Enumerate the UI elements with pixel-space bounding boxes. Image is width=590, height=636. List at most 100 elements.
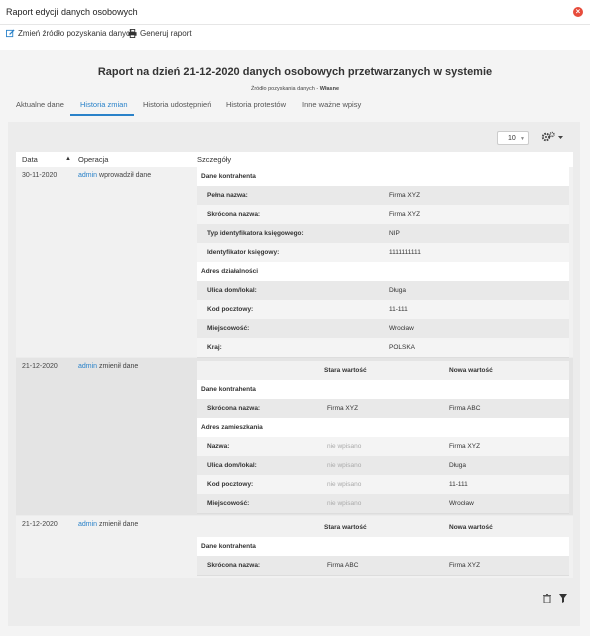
new-value: Firma ABC [449,405,481,412]
new-value: Długa [449,462,466,469]
filter-icon[interactable] [559,594,567,605]
field-label: Skrócona nazwa: [207,211,261,218]
old-value: Firma XYZ [327,405,359,412]
field-value: 11-111 [389,306,408,313]
section-title: Adres działalności [201,268,259,275]
user-link[interactable]: admin [78,521,97,528]
tab-current-data[interactable]: Aktualne dane [16,100,64,109]
generate-report-button[interactable]: Generuj raport [128,29,192,39]
detail-field-row: Skrócona nazwa: Firma ABC Firma XYZ [197,556,569,576]
detail-field-row: Identyfikator księgowy: 1111111111 [197,243,569,263]
detail-field-row: Ulica dom/lokal: nie wpisano Długa [197,456,569,476]
tab-sharing-history[interactable]: Historia udostępnień [143,100,211,109]
field-value: NIP [389,230,400,237]
page-size-select[interactable]: 10 ▼ [497,131,529,145]
field-label: Kod pocztowy: [207,481,254,488]
trash-icon[interactable] [543,594,551,605]
tab-bar: Aktualne dane Historia zmian Historia ud… [0,97,590,115]
printer-icon [128,29,137,39]
detail-field-row: Kod pocztowy: 11-111 [197,300,569,320]
old-value: nie wpisano [327,462,362,469]
detail-section-row: Dane kontrahenta [197,380,569,400]
field-label: Miejscowość: [207,325,250,332]
source-value: Własne [319,86,340,92]
detail-field-row: Nazwa: nie wpisano Firma XYZ [197,437,569,457]
row-date: 30-11-2020 [22,172,58,179]
detail-field-row: Miejscowość: nie wpisano Wrocław [197,494,569,514]
new-value-header: Nowa wartość [449,524,493,531]
gear-icon [541,131,563,142]
section-title: Dane kontrahenta [201,543,256,550]
settings-menu[interactable] [541,131,565,145]
detail-field-row: Kod pocztowy: nie wpisano 11-111 [197,475,569,495]
field-label: Ulica dom/lokal: [207,462,257,469]
row-operation: admin zmienił dane [78,521,139,528]
tab-other-entries[interactable]: Inne ważne wpisy [302,100,361,109]
old-value: nie wpisano [327,500,362,507]
user-link[interactable]: admin [78,363,97,370]
field-value: Długa [389,287,406,294]
col-date-header[interactable]: Data [22,155,38,164]
col-operation-header[interactable]: Operacja [78,155,108,164]
sort-asc-icon[interactable]: ▲ [65,156,71,162]
field-label: Identyfikator księgowy: [207,249,280,256]
window-title: Raport edycji danych osobowych [6,7,138,17]
col-details-header[interactable]: Szczegóły [197,155,231,164]
new-value: Firma XYZ [449,562,481,569]
detail-field-row: Kraj: POLSKA [197,338,569,358]
detail-field-row: Typ identyfikatora księgowego: NIP [197,224,569,244]
old-value: Firma ABC [327,562,359,569]
edit-icon [6,29,15,38]
change-source-label: Zmień źródło pozyskania danych [18,29,135,38]
detail-section-row: Dane kontrahenta [197,167,569,187]
chevron-down-icon: ▼ [520,136,525,142]
field-label: Skrócona nazwa: [207,405,261,412]
old-value-header: Stara wartość [324,367,367,374]
field-value: 1111111111 [389,249,421,256]
detail-field-row: Miejscowość: Wrocław [197,319,569,339]
field-value: Firma XYZ [389,211,421,218]
field-label: Kraj: [207,344,222,351]
tab-protest-history[interactable]: Historia protestów [226,100,286,109]
old-value: nie wpisano [327,443,362,450]
tab-change-history[interactable]: Historia zmian [80,100,128,109]
row-operation: admin zmienił dane [78,363,139,370]
field-label: Nazwa: [207,443,230,450]
grid-header: Data Operacja Szczegóły [16,152,573,168]
section-title: Dane kontrahenta [201,386,256,393]
row-date: 21-12-2020 [22,521,58,528]
detail-field-row: Pełna nazwa: Firma XYZ [197,186,569,206]
report-title: Raport na dzień 21-12-2020 danych osobow… [97,66,493,78]
change-source-button[interactable]: Zmień źródło pozyskania danych [6,29,135,38]
source-label: Źródło pozyskania danych - [250,86,320,92]
new-value-header: Nowa wartość [449,367,493,374]
old-value-header: Stara wartość [324,524,367,531]
detail-field-row: Skrócona nazwa: Firma XYZ Firma ABC [197,399,569,419]
field-value: POLSKA [389,344,416,351]
field-label: Skrócona nazwa: [207,562,261,569]
user-link[interactable]: admin [78,172,97,179]
detail-section-row: Adres zamieszkania [197,418,569,438]
report-source: Źródło pozyskania danych - Własne [0,86,590,92]
field-label: Pełna nazwa: [207,192,248,199]
old-value: nie wpisano [327,481,362,488]
generate-report-label: Generuj raport [140,29,192,38]
toolbar: Zmień źródło pozyskania danych Generuj r… [0,25,590,43]
row-date: 21-12-2020 [22,363,58,370]
detail-section-row: Adres działalności [197,262,569,282]
section-title: Adres zamieszkania [201,424,263,431]
diff-header-row: Stara wartość Nowa wartość [197,518,569,538]
new-value: Wrocław [449,500,474,507]
field-label: Miejscowość: [207,500,250,507]
field-label: Typ identyfikatora księgowego: [207,230,304,237]
close-icon[interactable]: × [573,7,583,17]
field-label: Ulica dom/lokal: [207,287,257,294]
title-bar: Raport edycji danych osobowych × [0,0,590,25]
new-value: 11-111 [449,481,468,488]
detail-section-row: Dane kontrahenta [197,537,569,557]
field-value: Wrocław [389,325,414,332]
field-label: Kod pocztowy: [207,306,254,313]
detail-field-row: Ulica dom/lokal: Długa [197,281,569,301]
page-size-value: 10 [508,135,516,142]
field-value: Firma XYZ [389,192,421,199]
